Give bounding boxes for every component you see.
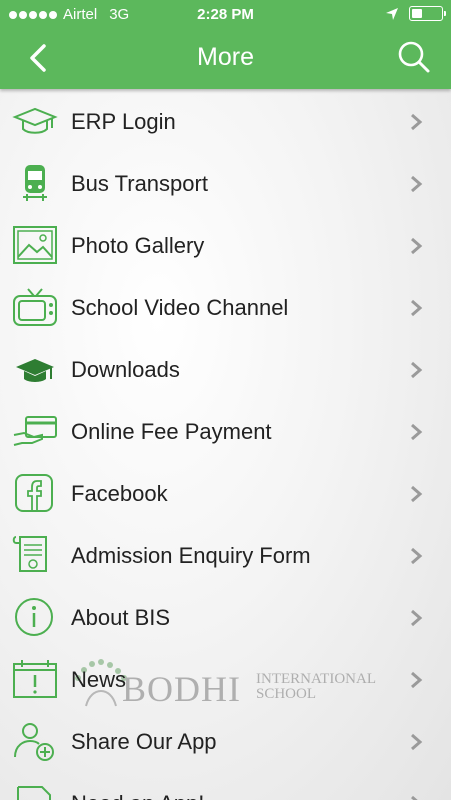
menu-item-label: Share Our App: [71, 729, 217, 754]
chevron-right-icon: [411, 361, 423, 379]
chevron-right-icon: [411, 299, 423, 317]
menu-item-label: About BIS: [71, 605, 171, 630]
menu-item-label: School Video Channel: [71, 295, 289, 320]
menu-item-label: Photo Gallery: [71, 233, 205, 258]
chevron-right-icon: [411, 671, 423, 689]
menu-item-about-bis[interactable]: About BIS: [0, 585, 451, 647]
more-menu-list: ERP Login Bus Transport Photo Gallery Sc…: [0, 89, 451, 800]
menu-item-school-video-channel[interactable]: School Video Channel: [0, 275, 451, 337]
menu-item-online-fee-payment[interactable]: Online Fee Payment: [0, 399, 451, 461]
chevron-right-icon: [411, 485, 423, 503]
facebook-icon: [15, 474, 53, 512]
chevron-right-icon: [411, 175, 423, 193]
menu-item-label: Facebook: [71, 481, 168, 506]
navigation-header: Airtel 3G 2:28 PM More: [0, 0, 451, 89]
tv-icon: [13, 288, 57, 326]
menu-item-label: Admission Enquiry Form: [71, 543, 311, 568]
menu-item-facebook[interactable]: Facebook: [0, 461, 451, 523]
chevron-right-icon: [411, 547, 423, 565]
chevron-right-icon: [411, 113, 423, 131]
menu-item-label: Downloads: [71, 357, 180, 382]
chevron-right-icon: [411, 733, 423, 751]
mortarboard-icon: [16, 359, 54, 382]
menu-item-label: Online Fee Payment: [71, 419, 272, 444]
battery-icon: [409, 6, 446, 21]
chevron-right-icon: [411, 423, 423, 441]
location-arrow-icon: [386, 7, 398, 20]
chevron-right-icon: [411, 795, 418, 800]
clock: 2:28 PM: [197, 6, 254, 23]
page-title: More: [197, 43, 254, 71]
bus-icon: [23, 165, 47, 201]
card-payment-icon: [13, 416, 57, 446]
menu-item-label: Need an App!: [71, 791, 204, 800]
menu-item-label: News: [71, 667, 127, 692]
status-bar: Airtel 3G 2:28 PM: [0, 6, 451, 26]
add-user-icon: [14, 723, 54, 761]
menu-item-need-an-app[interactable]: Need an App!: [0, 771, 451, 800]
scroll-form-icon: [12, 536, 47, 572]
menu-item-erp-login[interactable]: ERP Login: [0, 89, 451, 151]
calendar-alert-icon: [13, 660, 57, 698]
menu-item-bus-transport[interactable]: Bus Transport: [0, 151, 451, 213]
menu-item-photo-gallery[interactable]: Photo Gallery: [0, 213, 451, 275]
search-button[interactable]: [397, 40, 431, 74]
image-icon: [13, 226, 57, 264]
info-icon: [15, 598, 53, 636]
menu-item-downloads[interactable]: Downloads: [0, 337, 451, 399]
graduation-cap-icon: [12, 107, 58, 134]
app-request-icon: [17, 786, 51, 800]
menu-item-admission-enquiry-form[interactable]: Admission Enquiry Form: [0, 523, 451, 585]
chevron-right-icon: [411, 609, 423, 627]
menu-item-news[interactable]: News: [0, 647, 451, 709]
menu-item-label: Bus Transport: [71, 171, 208, 196]
chevron-right-icon: [411, 237, 423, 255]
menu-item-share-our-app[interactable]: Share Our App: [0, 709, 451, 771]
menu-item-label: ERP Login: [71, 109, 176, 134]
